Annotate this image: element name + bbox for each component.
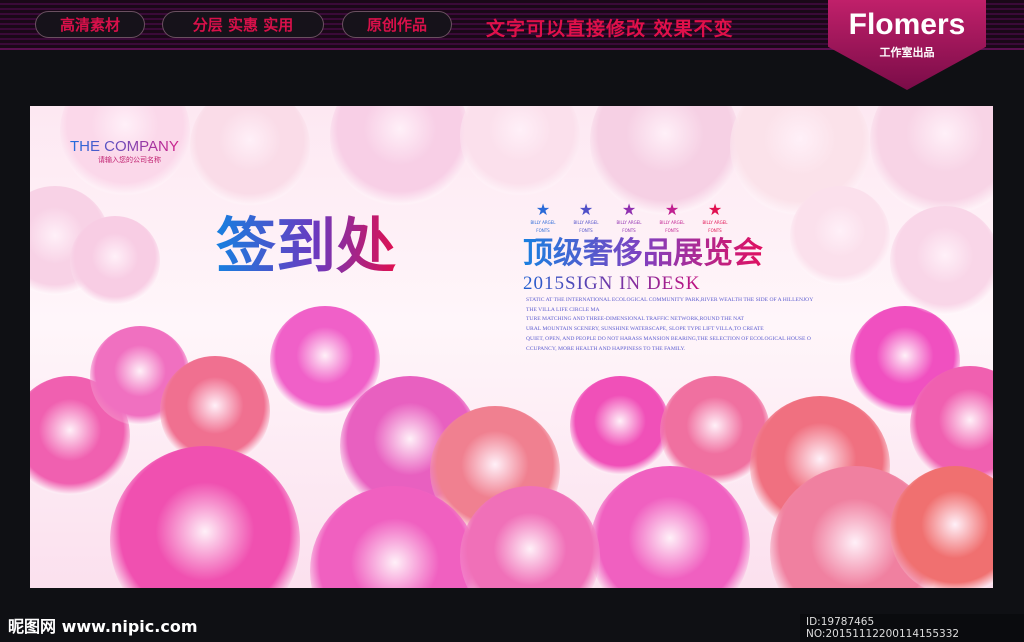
company-name: THE COMPANY: [70, 138, 179, 155]
poster-title: 签到处: [216, 198, 396, 285]
slogan: 文字可以直接修改 效果不变: [486, 18, 734, 40]
tag-original: 原创作品: [342, 11, 452, 38]
rose: [110, 446, 300, 588]
brand-badge: Flomers 工作室出品: [828, 0, 986, 90]
brand-sub: 工作室出品: [879, 46, 935, 59]
rose: [890, 206, 993, 316]
rose: [330, 106, 470, 206]
description-line: CCUPANCY, MORE HEALTH AND HAPPINESS TO T…: [526, 345, 686, 352]
brand-name: Flomers: [848, 8, 966, 41]
rose: [70, 216, 160, 306]
star-icon: ★: [578, 200, 594, 219]
star-icon: ★: [621, 200, 637, 219]
poster: THE COMPANY 请输入您的公司名称 签到处 ★BILLY ARGEL F…: [30, 106, 993, 588]
image-id: ID:19787465 NO:20151112200114155332: [800, 614, 1024, 642]
company-sub: 请输入您的公司名称: [98, 156, 161, 164]
description-line: STATIC AT THE INTERNATIONAL ECOLOGICAL C…: [526, 297, 814, 303]
tag-hd: 高清素材: [35, 11, 145, 38]
description-line: QUIET, OPEN, AND PEOPLE DO NOT HARASS MA…: [526, 335, 811, 342]
site-watermark: 昵图网 www.nipic.com: [8, 617, 198, 636]
poster-subtitle: 顶级奢侈品展览会: [523, 228, 763, 272]
description-line: THE VILLA LIFE CIRCLE MA: [526, 306, 600, 313]
star-icon: ★: [664, 200, 680, 219]
description: STATIC AT THE INTERNATIONAL ECOLOGICAL C…: [526, 296, 813, 354]
rose: [790, 186, 890, 286]
rose: [460, 106, 580, 196]
rose: [870, 106, 993, 216]
star-icon: ★: [535, 200, 551, 219]
description-line: TURE MATCHING AND THREE-DIMENSIONAL TRAF…: [526, 316, 744, 323]
tag-layered: 分层 实惠 实用: [162, 11, 324, 38]
rose: [190, 106, 310, 206]
year-line: 2015SIGN IN DESK: [523, 273, 701, 294]
rose: [570, 376, 670, 476]
star-icon: ★: [707, 200, 723, 219]
description-line: URAL MOUNTAIN SCENERY, SUNSHINE WATERSCA…: [526, 326, 764, 333]
